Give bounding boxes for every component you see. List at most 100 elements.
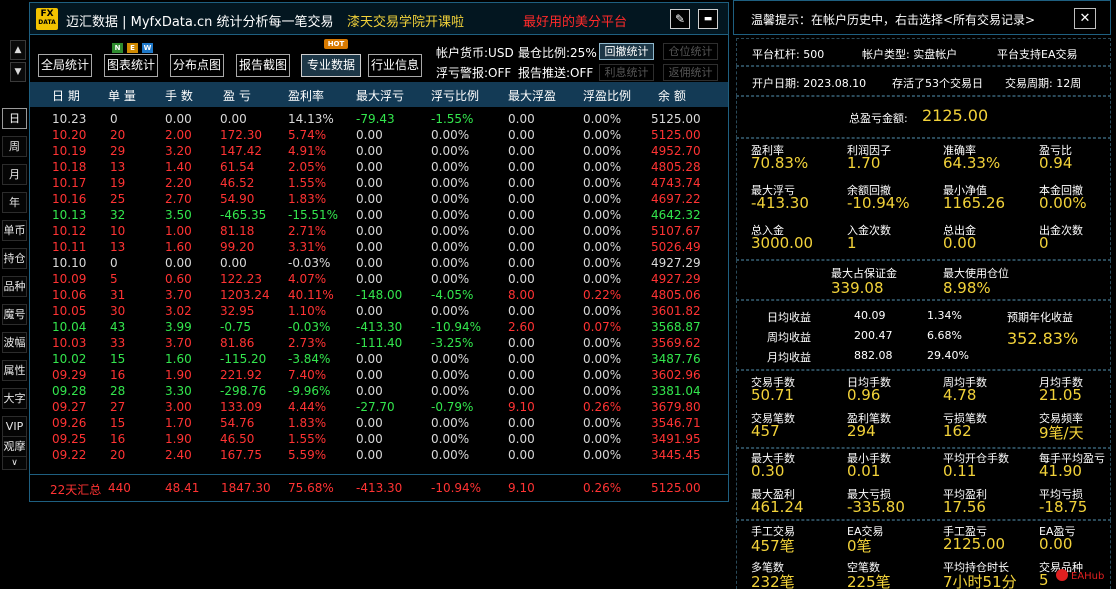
table-row[interactable]: 10.02 15 1.60 -115.20 -3.84% 0.00 0.00% 0.00 0.0…	[30, 351, 728, 367]
cell-lots: 2.70	[165, 192, 192, 206]
cell-orders: 43	[110, 320, 126, 334]
table-row[interactable]: 10.23 0 0.00 0.00 14.13% -79.43 -1.55% 0.00 0.00…	[30, 111, 728, 127]
col-profit-rate[interactable]: 盈利率	[288, 87, 324, 104]
interest-stats-button[interactable]: 利息统计	[599, 64, 654, 81]
cell-max-float-loss: -148.00	[356, 288, 403, 302]
cell-lots: 3.00	[165, 400, 192, 414]
table-row[interactable]: 10.10 0 0.00 0.00 -0.03% 0.00 0.00% 0.00 0.00% 49…	[30, 255, 728, 271]
table-row[interactable]: 09.26 15 1.70 54.76 1.83% 0.00 0.00% 0.00 0.00% 3…	[30, 415, 728, 431]
col-balance[interactable]: 余 额	[658, 87, 686, 104]
table-row[interactable]: 09.22 20 2.40 167.75 5.59% 0.00 0.00% 0.00 0.00%…	[30, 447, 728, 463]
minimize-button[interactable]: ▬	[698, 9, 718, 29]
period-day-button[interactable]: 日	[2, 108, 27, 129]
attribute-button[interactable]: 属性	[2, 360, 27, 381]
cell-profit-rate: 2.05%	[288, 160, 327, 174]
col-float-profit-ratio[interactable]: 浮盈比例	[583, 87, 631, 104]
table-row[interactable]: 10.12 10 1.00 81.18 2.71% 0.00 0.00% 0.00 0.00% 5…	[30, 223, 728, 239]
cell-balance: 3601.82	[651, 304, 701, 318]
table-row[interactable]: 10.09 5 0.60 122.23 4.07% 0.00 0.00% 0.00 0.00% 4…	[30, 271, 728, 287]
cell-profit: 81.18	[220, 224, 255, 238]
cell-max-float-loss: 0.00	[356, 240, 383, 254]
scroll-up-button[interactable]: ▲	[10, 40, 26, 60]
col-profit[interactable]: 盈 亏	[223, 87, 251, 104]
cell-max-float-profit: 0.00	[508, 256, 535, 270]
col-max-float-loss[interactable]: 最大浮亏	[356, 87, 404, 104]
cell-orders: 13	[110, 240, 126, 254]
pro-data-button[interactable]: 专业数据	[301, 54, 361, 77]
table-row[interactable]: 10.16 25 2.70 54.90 1.83% 0.00 0.00% 0.00 0.00% 4…	[30, 191, 728, 207]
cell-balance: 5026.49	[651, 240, 701, 254]
cell-float-loss-ratio: 0.00%	[431, 144, 470, 158]
notice-bar: 温馨提示：在帐户历史中，右击选择<所有交易记录> ✕	[733, 0, 1111, 35]
stat-value: 21.05	[1039, 386, 1082, 404]
promo-academy-link[interactable]: 漆天交易学院开课啦	[347, 11, 464, 30]
cell-date: 10.17	[52, 176, 87, 190]
drawdown-stats-button[interactable]: 回撤统计	[599, 43, 654, 60]
chart-stats-button[interactable]: 图表统计	[104, 54, 158, 77]
table-row[interactable]: 09.27 27 3.00 133.09 4.44% -27.70 -0.79% 9.10 0.…	[30, 399, 728, 415]
period-year-button[interactable]: 年	[2, 192, 27, 213]
positions-button[interactable]: 持仓	[2, 248, 27, 269]
amplitude-button[interactable]: 波幅	[2, 332, 27, 353]
close-icon[interactable]: ✕	[1074, 8, 1096, 29]
daily-avg-amount: 40.09	[854, 309, 886, 322]
cell-float-loss-ratio: 0.00%	[431, 256, 470, 270]
report-screenshot-button[interactable]: 报告截图	[236, 54, 290, 77]
table-row[interactable]: 10.04 43 3.99 -0.75 -0.03% -413.30 -10.94% 2.60…	[30, 319, 728, 335]
cell-orders: 10	[110, 224, 126, 238]
cell-float-loss-ratio: 0.00%	[431, 128, 470, 142]
col-date[interactable]: 日 期	[52, 87, 80, 104]
table-row[interactable]: 10.20 20 2.00 172.30 5.74% 0.00 0.00% 0.00 0.00%…	[30, 127, 728, 143]
period-month-button[interactable]: 月	[2, 164, 27, 185]
cell-max-float-loss: 0.00	[356, 304, 383, 318]
magic-number-button[interactable]: 魔号	[2, 304, 27, 325]
stat-value: -413.30	[751, 194, 809, 212]
cell-max-float-loss: 0.00	[356, 128, 383, 142]
table-row[interactable]: 10.03 33 3.70 81.86 2.73% -111.40 -3.25% 0.00 0.…	[30, 335, 728, 351]
stat-value: 457	[751, 422, 780, 440]
global-stats-button[interactable]: 全局统计	[38, 54, 92, 77]
cell-profit-rate: -0.03%	[288, 256, 331, 270]
promo-platform-link[interactable]: 最好用的美分平台	[523, 11, 627, 30]
main-panel: FX DATA 迈汇数据 | MyfxData.cn 统计分析每一笔交易 漆天交易…	[29, 2, 729, 502]
table-row[interactable]: 10.05 30 3.02 32.95 1.10% 0.00 0.00% 0.00 0.00% 3…	[30, 303, 728, 319]
table-row[interactable]: 09.25 16 1.90 46.50 1.55% 0.00 0.00% 0.00 0.00% 3…	[30, 431, 728, 447]
table-row[interactable]: 10.13 32 3.50 -465.35 -15.51% 0.00 0.00% 0.00 0.…	[30, 207, 728, 223]
col-orders[interactable]: 单 量	[108, 87, 136, 104]
cell-float-loss-ratio: 0.00%	[431, 208, 470, 222]
table-row[interactable]: 10.18 13 1.40 61.54 2.05% 0.00 0.00% 0.00 0.00% 4…	[30, 159, 728, 175]
stat-value: 0	[1039, 234, 1049, 252]
large-font-button[interactable]: 大字	[2, 388, 27, 409]
industry-info-button[interactable]: 行业信息	[368, 54, 422, 77]
edit-icon[interactable]: ✎	[670, 9, 690, 29]
table-row[interactable]: 10.19 29 3.20 147.42 4.91% 0.00 0.00% 0.00 0.00%…	[30, 143, 728, 159]
table-header: 日 期 单 量 手 数 盈 亏 盈利率 最大浮亏 浮亏比例 最大浮盈 浮盈比例 …	[30, 82, 728, 107]
single-currency-button[interactable]: 单币	[2, 220, 27, 241]
table-row[interactable]: 10.17 19 2.20 46.52 1.55% 0.00 0.00% 0.00 0.00% 4…	[30, 175, 728, 191]
vip-button[interactable]: VIP	[2, 416, 27, 437]
rebate-stats-button[interactable]: 返佣统计	[663, 64, 718, 81]
position-stats-button[interactable]: 仓位统计	[663, 43, 718, 60]
table-row[interactable]: 10.06 31 3.70 1203.24 40.11% -148.00 -4.05% 8.0…	[30, 287, 728, 303]
cell-profit: -298.76	[220, 384, 267, 398]
distribution-chart-button[interactable]: 分布点图	[170, 54, 224, 77]
table-row[interactable]: 09.29 16 1.90 221.92 7.40% 0.00 0.00% 0.00 0.00%…	[30, 367, 728, 383]
table-row[interactable]: 09.28 28 3.30 -298.76 -9.96% 0.00 0.00% 0.00 0.0…	[30, 383, 728, 399]
observe-button[interactable]: 观摩	[2, 436, 27, 457]
symbol-button[interactable]: 品种	[2, 276, 27, 297]
scroll-down-button[interactable]: ▼	[10, 62, 26, 82]
col-max-float-profit[interactable]: 最大浮盈	[508, 87, 556, 104]
cell-orders: 20	[110, 128, 126, 142]
chevron-down-icon[interactable]: ∨	[2, 456, 27, 470]
cell-max-float-profit: 0.00	[508, 240, 535, 254]
cell-float-profit-ratio: 0.00%	[583, 272, 622, 286]
stat-value: 0.94	[1039, 154, 1073, 172]
cell-profit: 172.30	[220, 128, 262, 142]
period-week-button[interactable]: 周	[2, 136, 27, 157]
col-float-loss-ratio[interactable]: 浮亏比例	[431, 87, 479, 104]
col-lots[interactable]: 手 数	[165, 87, 193, 104]
table-row[interactable]: 10.11 13 1.60 99.20 3.31% 0.00 0.00% 0.00 0.00% 5…	[30, 239, 728, 255]
cell-balance: 3487.76	[651, 352, 701, 366]
cell-profit-rate: 1.10%	[288, 304, 327, 318]
cell-max-float-profit: 0.00	[508, 384, 535, 398]
